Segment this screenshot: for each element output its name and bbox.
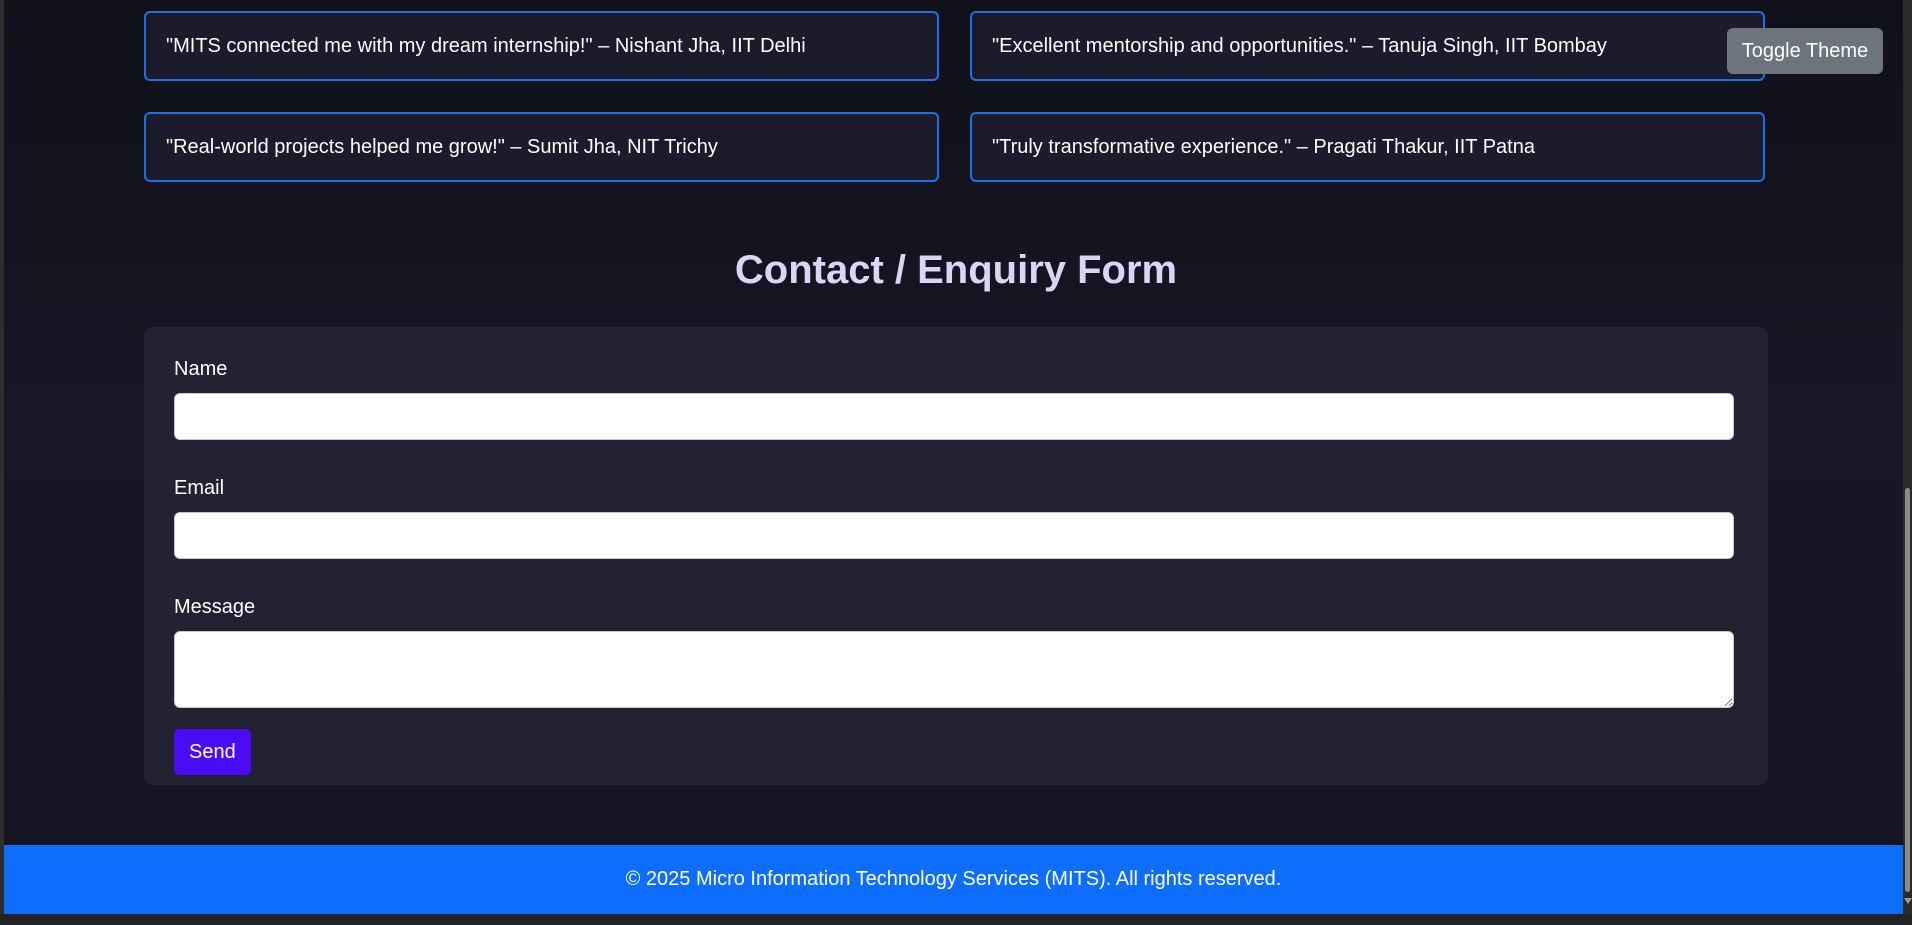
testimonial-text: "Real-world projects helped me grow!" – … <box>166 135 718 158</box>
contact-section-title: Contact / Enquiry Form <box>734 248 1178 292</box>
email-label: Email <box>174 477 225 499</box>
testimonial-text: "Truly transformative experience." – Pra… <box>992 135 1535 158</box>
page-viewport: "MITS connected me with my dream interns… <box>4 0 1903 914</box>
message-label: Message <box>174 596 256 618</box>
scrollbar-thumb[interactable] <box>1905 488 1910 892</box>
vertical-scrollbar[interactable] <box>1903 0 1912 914</box>
scroll-down-arrow-icon[interactable] <box>1904 898 1912 904</box>
testimonial-text: "Excellent mentorship and opportunities.… <box>992 34 1607 57</box>
email-input[interactable] <box>174 512 1734 559</box>
message-textarea[interactable] <box>174 631 1734 708</box>
toggle-theme-button[interactable]: Toggle Theme <box>1727 28 1883 74</box>
testimonial-card: "MITS connected me with my dream interns… <box>144 11 939 81</box>
send-button[interactable]: Send <box>174 729 251 775</box>
testimonial-card: "Truly transformative experience." – Pra… <box>970 112 1765 182</box>
window-bottom-edge <box>0 914 1912 925</box>
testimonial-text: "MITS connected me with my dream interns… <box>166 34 806 57</box>
testimonials-grid: "MITS connected me with my dream interns… <box>144 11 1768 182</box>
name-label: Name <box>174 358 228 380</box>
page-footer: © 2025 Micro Information Technology Serv… <box>4 845 1903 914</box>
testimonial-card: "Real-world projects helped me grow!" – … <box>144 112 939 182</box>
contact-form: Name Email Message Send <box>144 327 1768 785</box>
testimonial-card: "Excellent mentorship and opportunities.… <box>970 11 1765 81</box>
footer-copyright: © 2025 Micro Information Technology Serv… <box>625 868 1282 890</box>
name-input[interactable] <box>174 393 1734 440</box>
